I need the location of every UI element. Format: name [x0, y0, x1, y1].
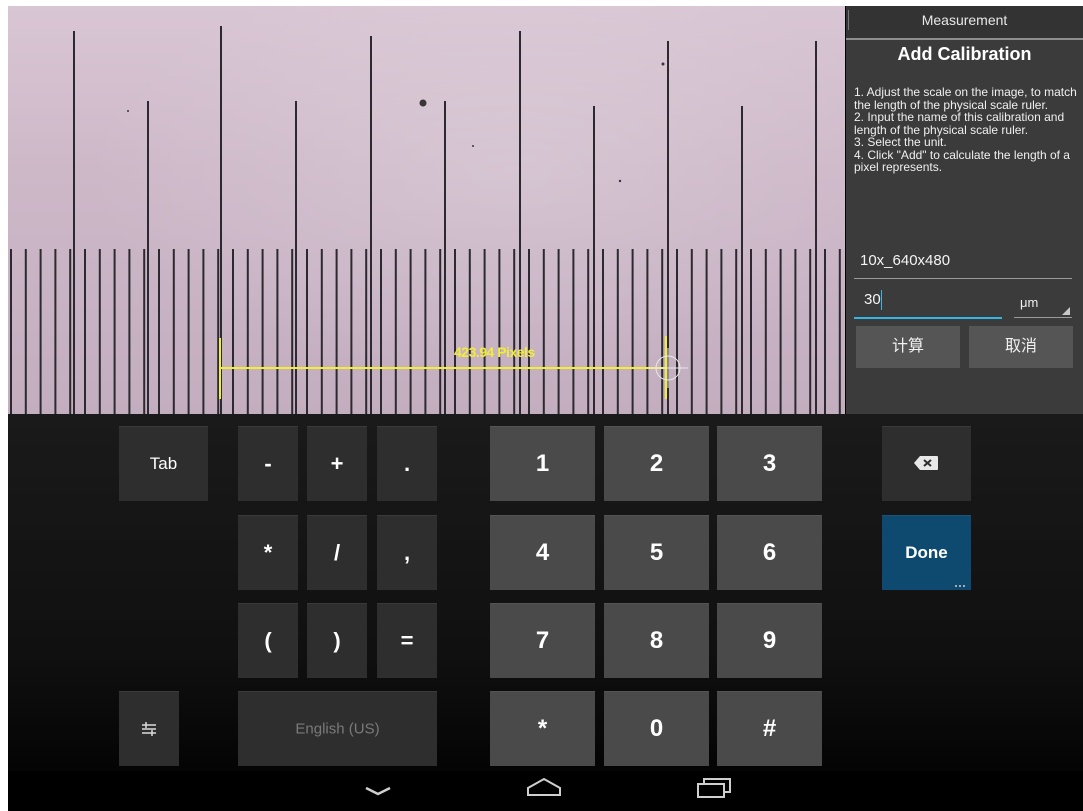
- digit-key-3[interactable]: 3: [717, 426, 822, 501]
- dropdown-corner-icon: [1062, 307, 1070, 315]
- done-key[interactable]: Done: [882, 515, 971, 590]
- back-button[interactable]: [360, 771, 396, 811]
- instruction-step: 1. Adjust the scale on the image, to mat…: [854, 85, 1077, 112]
- plus-key-label: +: [330, 450, 344, 476]
- digit-key-label: 1: [535, 449, 550, 477]
- tab-measurement[interactable]: Measurement: [846, 6, 1083, 40]
- asterisk-key[interactable]: *: [238, 515, 298, 590]
- equals-key[interactable]: =: [377, 603, 437, 678]
- language-space-key[interactable]: English (US): [238, 691, 437, 766]
- tab-measurement-label: Measurement: [921, 12, 1008, 28]
- minus-key-label: -: [264, 450, 272, 476]
- measurement-line: [219, 336, 667, 399]
- digit-key-2[interactable]: 2: [604, 426, 709, 501]
- calibration-name-value: 10x_640x480: [860, 252, 951, 269]
- digit-key-7[interactable]: 7: [490, 603, 595, 678]
- tab-divider: [848, 10, 849, 30]
- minus-key[interactable]: -: [238, 426, 298, 501]
- comma-key[interactable]: ,: [377, 515, 437, 590]
- device-screen: 423.94 Pixels Measurement Add Calibratio…: [8, 6, 1083, 811]
- tab-key[interactable]: Tab: [119, 426, 208, 501]
- navigation-bar: [8, 771, 1083, 811]
- plus-key[interactable]: +: [307, 426, 367, 501]
- backspace-icon: [914, 456, 938, 470]
- digit-key-5[interactable]: 5: [604, 515, 709, 590]
- star-key[interactable]: *: [490, 691, 595, 766]
- asterisk-key-label: *: [263, 539, 273, 565]
- hash-key-label: #: [762, 714, 777, 742]
- ruler-short-ticks: [10, 249, 841, 414]
- digit-key-label: 3: [762, 449, 777, 477]
- star-key-label: *: [537, 714, 548, 742]
- dust-specks: [127, 62, 665, 183]
- calibration-instructions: 1. Adjust the scale on the image, to mat…: [854, 86, 1079, 174]
- more-dots-icon: [955, 585, 965, 587]
- text-cursor: [881, 290, 882, 310]
- chevron-down-icon: [365, 786, 391, 796]
- recents-icon: [697, 778, 731, 798]
- done-key-label: Done: [905, 542, 948, 562]
- unit-dropdown[interactable]: μm: [1014, 287, 1072, 318]
- hash-key[interactable]: #: [717, 691, 822, 766]
- digit-key-label: 2: [649, 449, 664, 477]
- language-label: English (US): [295, 720, 380, 737]
- numeric-keyboard: Tab - + . 1 2 3 * / , 4 5 6 Done ( ) = 7…: [8, 414, 1083, 811]
- digit-key-label: 8: [649, 626, 664, 654]
- digit-key-0[interactable]: 0: [604, 691, 709, 766]
- period-key-label: .: [403, 450, 411, 476]
- digit-key-1[interactable]: 1: [490, 426, 595, 501]
- instruction-step: 3. Select the unit.: [854, 135, 947, 149]
- cancel-button[interactable]: 取消: [969, 326, 1073, 368]
- calibration-panel: Measurement Add Calibration 1. Adjust th…: [846, 6, 1083, 414]
- digit-key-label: 9: [762, 626, 777, 654]
- slash-key[interactable]: /: [307, 515, 367, 590]
- keyboard-settings-icon: [142, 722, 156, 736]
- ruler-length-value: 30: [864, 291, 881, 308]
- measurement-label: 423.94 Pixels: [454, 344, 535, 360]
- digit-key-4[interactable]: 4: [490, 515, 595, 590]
- calculate-button[interactable]: 计算: [856, 326, 960, 368]
- digit-key-9[interactable]: 9: [717, 603, 822, 678]
- digit-key-8[interactable]: 8: [604, 603, 709, 678]
- digit-key-label: 6: [762, 538, 777, 566]
- scale-ruler-image: [10, 26, 841, 414]
- period-key[interactable]: .: [377, 426, 437, 501]
- digit-key-label: 0: [649, 714, 664, 742]
- keyboard-settings-key[interactable]: [119, 691, 179, 766]
- equals-key-label: =: [400, 627, 414, 653]
- measurement-handle: [648, 348, 688, 388]
- backspace-key[interactable]: [882, 426, 971, 501]
- digit-key-label: 5: [649, 538, 664, 566]
- instruction-step: 2. Input the name of this calibration an…: [854, 110, 1065, 137]
- digit-key-label: 4: [535, 538, 550, 566]
- calibration-name-input[interactable]: 10x_640x480: [854, 248, 1072, 279]
- digit-key-6[interactable]: 6: [717, 515, 822, 590]
- tab-key-label: Tab: [149, 453, 178, 473]
- home-icon: [527, 777, 561, 796]
- left-paren-key-label: (: [264, 627, 272, 653]
- slash-key-label: /: [333, 539, 341, 565]
- digit-key-label: 7: [535, 626, 550, 654]
- ruler-length-input[interactable]: 30: [854, 287, 1002, 319]
- left-paren-key[interactable]: (: [238, 603, 298, 678]
- microscope-image[interactable]: 423.94 Pixels: [8, 6, 845, 414]
- home-button[interactable]: [524, 771, 564, 811]
- right-paren-key-label: ): [333, 627, 341, 653]
- recents-button[interactable]: [694, 771, 734, 811]
- right-paren-key[interactable]: ): [307, 603, 367, 678]
- panel-title: Add Calibration: [897, 44, 1032, 64]
- comma-key-label: ,: [403, 539, 411, 565]
- unit-value: μm: [1020, 295, 1039, 310]
- instruction-step: 4. Click "Add" to calculate the length o…: [854, 147, 1070, 174]
